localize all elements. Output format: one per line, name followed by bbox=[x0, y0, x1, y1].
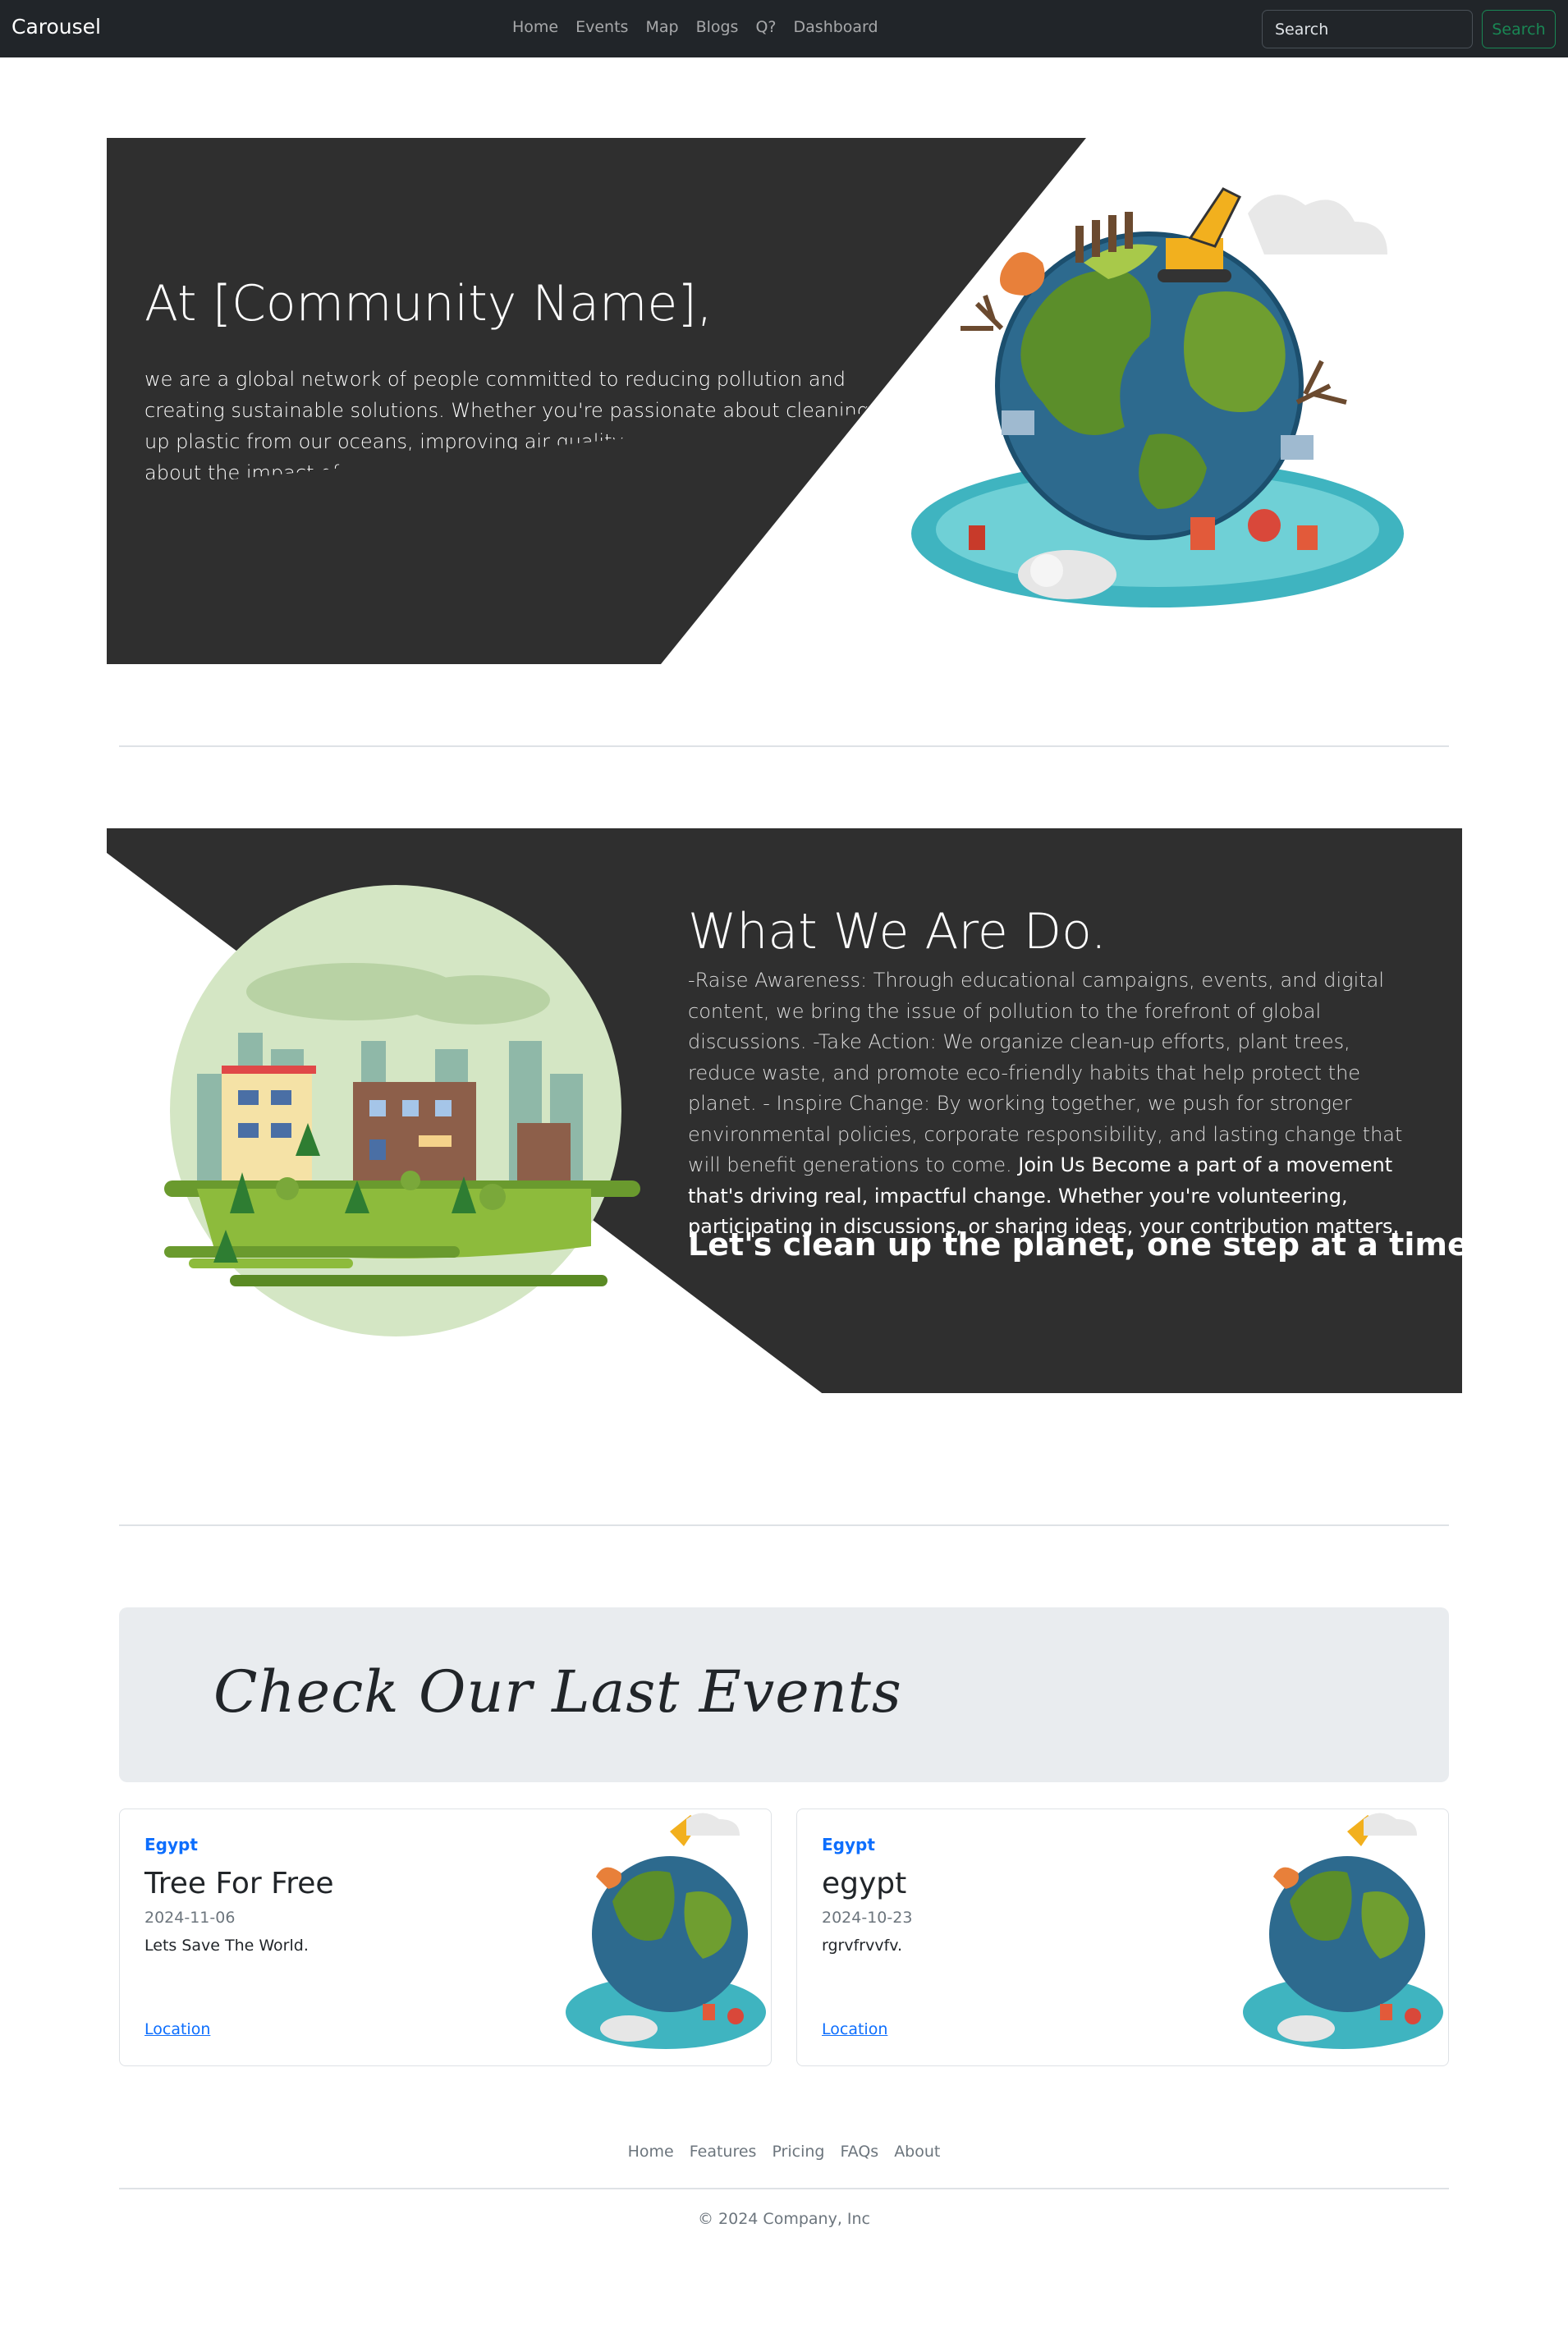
event-title: Tree For Free bbox=[144, 1867, 334, 1900]
hero2-body-text: -Raise Awareness: Through educational ca… bbox=[688, 969, 1403, 1176]
divider-2 bbox=[119, 1524, 1449, 1526]
search-input[interactable] bbox=[1262, 10, 1473, 48]
event-thumbnail bbox=[566, 1813, 766, 2049]
hero2-body: -Raise Awareness: Through educational ca… bbox=[688, 965, 1419, 1243]
event-thumbnail bbox=[1243, 1813, 1443, 2049]
footer-link-pricing[interactable]: Pricing bbox=[772, 2143, 824, 2161]
nav-link-questions[interactable]: Q? bbox=[755, 18, 776, 36]
navbar: Carousel Home Events Map Blogs Q? Dashbo… bbox=[0, 0, 1568, 57]
footer-copyright: © 2024 Company, Inc bbox=[698, 2210, 870, 2228]
footer-link-about[interactable]: About bbox=[894, 2143, 940, 2161]
divider-1 bbox=[119, 745, 1449, 747]
nav-link-events[interactable]: Events bbox=[575, 18, 628, 36]
event-country: Egypt bbox=[822, 1835, 875, 1854]
nav-link-dashboard[interactable]: Dashboard bbox=[794, 18, 878, 36]
event-description: rgrvfrvvfv. bbox=[822, 1937, 903, 1955]
event-country: Egypt bbox=[144, 1835, 198, 1854]
event-date: 2024-10-23 bbox=[822, 1909, 913, 1927]
event-location-link[interactable]: Location bbox=[822, 2020, 887, 2038]
polluted-earth-illustration bbox=[911, 187, 1404, 607]
footer-link-features[interactable]: Features bbox=[690, 2143, 757, 2161]
hero1-title: At [Community Name], bbox=[144, 275, 713, 332]
brand-logo[interactable]: Carousel bbox=[11, 15, 101, 39]
green-city-illustration bbox=[164, 885, 640, 1336]
event-title: egypt bbox=[822, 1867, 907, 1900]
footer-link-faqs[interactable]: FAQs bbox=[840, 2143, 878, 2161]
event-location-link[interactable]: Location bbox=[144, 2020, 210, 2038]
nav-link-map[interactable]: Map bbox=[645, 18, 678, 36]
footer-divider bbox=[119, 2188, 1449, 2189]
hero2-tagline: Let's clean up the planet, one step at a… bbox=[688, 1226, 1481, 1263]
event-date: 2024-11-06 bbox=[144, 1909, 236, 1927]
event-card: Egypt Tree For Free 2024-11-06 Lets Save… bbox=[119, 1809, 772, 2066]
footer-link-home[interactable]: Home bbox=[628, 2143, 674, 2161]
events-heading: Check Our Last Events bbox=[213, 1658, 902, 1726]
footer-nav: Home Features Pricing FAQs About bbox=[0, 2143, 1568, 2161]
nav-links: Home Events Map Blogs Q? Dashboard bbox=[512, 18, 878, 36]
event-description: Lets Save The World. bbox=[144, 1937, 309, 1955]
hero2-title: What We Are Do. bbox=[688, 903, 1107, 960]
event-card: Egypt egypt 2024-10-23 rgrvfrvvfv. Locat… bbox=[796, 1809, 1449, 2066]
nav-link-blogs[interactable]: Blogs bbox=[696, 18, 739, 36]
nav-link-home[interactable]: Home bbox=[512, 18, 558, 36]
search-button[interactable]: Search bbox=[1482, 10, 1556, 48]
